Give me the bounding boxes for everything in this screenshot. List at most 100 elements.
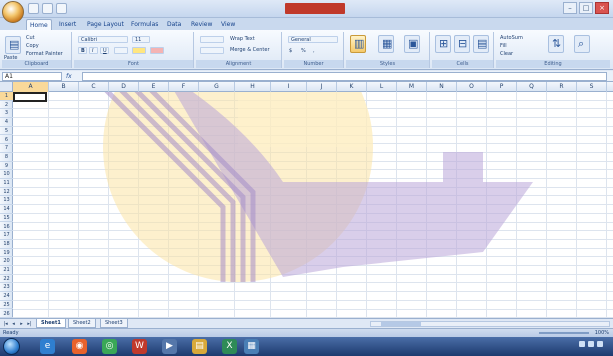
currency-button[interactable]: $ [289,48,292,54]
last-sheet-button[interactable]: ▸| [26,320,33,328]
scrollbar-thumb[interactable] [381,322,421,326]
cell-styles-button[interactable]: ▣ [404,35,420,53]
row-header-26[interactable]: 26 [0,310,13,318]
name-box[interactable]: A1 [2,72,62,81]
save-icon[interactable] [28,3,39,14]
tab-formulas[interactable]: Formulas [128,19,161,30]
media-icon[interactable]: ▶ [162,339,177,354]
volume-icon[interactable] [588,341,594,347]
comma-button[interactable]: , [313,48,315,54]
network-icon[interactable] [579,341,585,347]
column-header-c[interactable]: C [79,82,109,92]
number-format-select[interactable]: General [288,36,338,43]
font-size-select[interactable]: 11 [132,36,150,43]
italic-button[interactable]: I [89,47,98,54]
sheet-tab-sheet1[interactable]: Sheet1 [36,319,66,328]
format-as-table-button[interactable]: ▦ [378,35,394,53]
tab-data[interactable]: Data [164,19,184,30]
find-select-button[interactable]: ⌕ [574,35,590,53]
row-header-17[interactable]: 17 [0,231,13,240]
percent-button[interactable]: % [301,48,306,54]
wrap-text-button[interactable]: Wrap Text [230,36,255,42]
office-button[interactable] [2,1,24,23]
bold-button[interactable]: B [78,47,87,54]
next-sheet-button[interactable]: ▸ [18,320,25,328]
fill-button[interactable]: Fill [500,43,507,49]
row-header-3[interactable]: 3 [0,109,13,119]
format-painter-button[interactable]: Format Painter [26,51,63,57]
column-header-b[interactable]: B [49,82,79,92]
row-header-10[interactable]: 10 [0,170,13,179]
sort-filter-button[interactable]: ⇅ [548,35,564,53]
tab-view[interactable]: View [218,19,238,30]
column-header-h[interactable]: H [235,82,271,92]
row-header-11[interactable]: 11 [0,179,13,188]
row-header-18[interactable]: 18 [0,240,13,249]
cell-area[interactable] [13,92,613,318]
column-header-j[interactable]: J [307,82,337,92]
start-button[interactable] [3,338,20,355]
row-header-23[interactable]: 23 [0,283,13,293]
chrome-icon[interactable]: ◎ [102,339,117,354]
clear-button[interactable]: Clear [500,51,513,57]
column-header-d[interactable]: D [109,82,139,92]
column-header-k[interactable]: K [337,82,367,92]
row-header-9[interactable]: 9 [0,162,13,171]
ie-icon[interactable]: e [40,339,55,354]
underline-button[interactable]: U [100,47,109,54]
row-header-14[interactable]: 14 [0,205,13,214]
excel-icon[interactable]: X [222,339,237,354]
active-cell[interactable] [13,92,47,102]
zoom-slider[interactable] [539,332,589,334]
row-header-6[interactable]: 6 [0,136,13,145]
column-header-q[interactable]: Q [517,82,547,92]
function-icon[interactable]: fx [66,72,80,81]
row-header-1[interactable]: 1 [0,92,13,101]
font-color-button[interactable] [150,47,164,54]
row-header-2[interactable]: 2 [0,101,13,110]
sheet-tab-sheet2[interactable]: Sheet2 [68,319,96,328]
row-header-20[interactable]: 20 [0,257,13,266]
row-header-7[interactable]: 7 [0,144,13,153]
row-header-12[interactable]: 12 [0,188,13,197]
horizontal-scrollbar[interactable] [370,321,610,327]
select-all-corner[interactable] [0,82,13,92]
row-header-25[interactable]: 25 [0,301,13,310]
column-header-i[interactable]: I [271,82,307,92]
tab-page-layout[interactable]: Page Layout [84,19,127,30]
undo-icon[interactable] [42,3,53,14]
insert-cells-button[interactable]: ⊞ [435,35,451,53]
row-header-21[interactable]: 21 [0,266,13,275]
row-header-24[interactable]: 24 [0,292,13,301]
formula-input[interactable] [82,72,607,81]
flag-icon[interactable] [597,341,603,347]
zoom-level[interactable]: 100% [595,330,609,337]
conditional-formatting-button[interactable]: ▥ [350,35,366,53]
align-top-button[interactable] [200,36,224,43]
column-header-l[interactable]: L [367,82,397,92]
row-header-13[interactable]: 13 [0,196,13,206]
column-header-r[interactable]: R [547,82,577,92]
fill-color-button[interactable] [132,47,146,54]
autosum-button[interactable]: AutoSum [500,35,523,41]
delete-cells-button[interactable]: ⊟ [454,35,470,53]
align-left-button[interactable] [200,47,224,54]
column-header-n[interactable]: N [427,82,457,92]
tab-review[interactable]: Review [188,19,215,30]
sheet-tab-sheet3[interactable]: Sheet3 [100,319,128,328]
borders-button[interactable] [114,47,128,54]
column-header-m[interactable]: M [397,82,427,92]
font-name-select[interactable]: Calibri [78,36,128,43]
tab-home[interactable]: Home [26,19,52,30]
column-header-a[interactable]: A [13,82,49,92]
minimize-button[interactable]: – [563,2,577,14]
copy-button[interactable]: Copy [26,43,39,49]
row-header-19[interactable]: 19 [0,249,13,258]
word-icon[interactable]: W [132,339,147,354]
row-header-8[interactable]: 8 [0,153,13,162]
redo-icon[interactable] [56,3,67,14]
row-header-15[interactable]: 15 [0,214,13,223]
row-header-22[interactable]: 22 [0,275,13,284]
cut-button[interactable]: Cut [26,35,35,41]
folder-icon[interactable]: ▤ [192,339,207,354]
